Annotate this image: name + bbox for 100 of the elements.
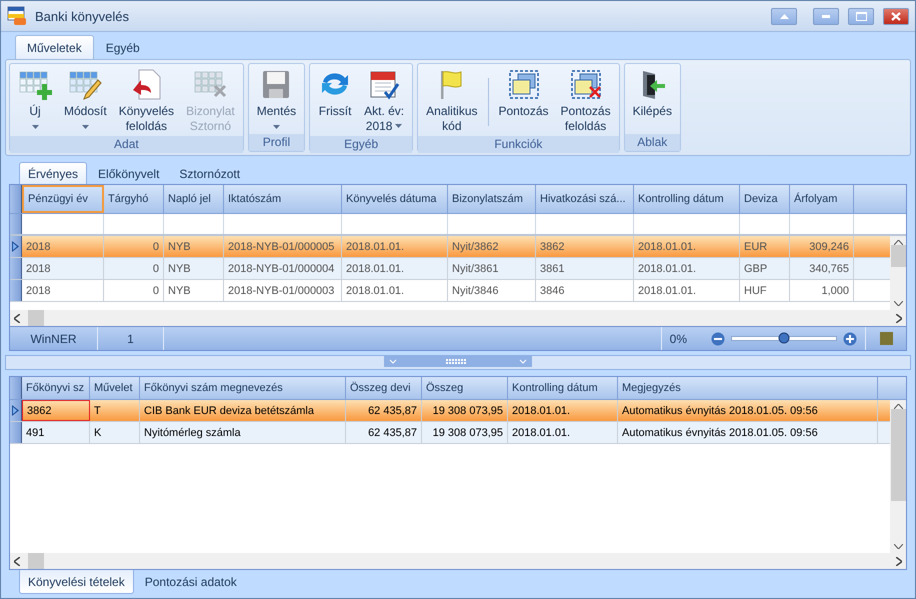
- maximize-button[interactable]: [848, 8, 874, 24]
- scroll-down-icon[interactable]: [894, 301, 902, 306]
- ribbon-button[interactable]: Pontozás: [492, 66, 555, 121]
- column-header[interactable]: Kontrolling dátum: [508, 377, 618, 399]
- row-header[interactable]: [10, 280, 22, 301]
- vertical-scrollbar[interactable]: [890, 236, 906, 310]
- table-cell: K: [90, 422, 140, 443]
- column-header[interactable]: Pénzügyi év: [22, 185, 104, 213]
- column-header[interactable]: Összeg devi: [346, 377, 422, 399]
- window-title: Banki könyvelés: [35, 8, 129, 24]
- column-header[interactable]: Kontrolling dátum: [634, 185, 740, 213]
- ribbon-button[interactable]: Mentés: [250, 66, 302, 131]
- table-cell: 3861: [536, 258, 634, 279]
- caret-icon: [82, 125, 89, 129]
- scroll-up-icon[interactable]: [894, 240, 902, 245]
- table-cell: 2018: [22, 258, 104, 279]
- horizontal-scrollbar[interactable]: [10, 310, 906, 326]
- row-pointer-icon: [12, 405, 19, 416]
- ribbon-button[interactable]: Frissít: [312, 66, 358, 121]
- scroll-thumb[interactable]: [890, 245, 906, 267]
- table-cell: 2018.01.01.: [634, 258, 740, 279]
- table-cell: 3846: [536, 280, 634, 301]
- close-button[interactable]: [883, 8, 909, 24]
- table-cell: 19 308 073,95: [422, 400, 508, 421]
- splitter[interactable]: [5, 355, 911, 370]
- view-tab[interactable]: Előkönyvelt: [89, 162, 168, 184]
- column-header[interactable]: Napló jel: [164, 185, 224, 213]
- table-row[interactable]: 3862 T CIB Bank EUR deviza betétszámla 62 435,87 19 308 073,95 2018.01.01. Automatikus évnyitás 2018.01.05. 09:56: [10, 400, 890, 422]
- scroll-left-icon[interactable]: [14, 314, 20, 322]
- scroll-right-icon[interactable]: [896, 556, 902, 566]
- caret-up-icon: [780, 14, 788, 18]
- column-header[interactable]: Könyvelés dátuma: [342, 185, 448, 213]
- view-tab[interactable]: Sztornózott: [170, 162, 250, 184]
- column-header[interactable]: Deviza: [740, 185, 790, 213]
- scroll-thumb[interactable]: [28, 553, 44, 569]
- group-label: Profil: [248, 134, 304, 151]
- column-header[interactable]: Összeg: [422, 377, 508, 399]
- ribbon-button[interactable]: Módosít: [58, 66, 113, 131]
- status-source: WinNER: [10, 327, 98, 350]
- column-header[interactable]: Hivatkozási szá...: [536, 185, 634, 213]
- detail-tab[interactable]: Pontozási adatok: [136, 570, 246, 594]
- scroll-thumb[interactable]: [28, 310, 44, 326]
- group-label: Egyéb: [310, 136, 412, 153]
- column-header[interactable]: Művelet: [90, 377, 140, 399]
- table-cell: Nyit/3861: [448, 258, 536, 279]
- zoom-percent: 0%: [670, 332, 687, 346]
- view-tab[interactable]: Érvényes: [19, 162, 88, 184]
- column-header[interactable]: Főkönyvi szám megnevezés: [140, 377, 346, 399]
- slider-thumb[interactable]: [778, 332, 790, 344]
- scroll-down-icon[interactable]: [894, 544, 902, 549]
- table-cell: CIB Bank EUR deviza betétszámla: [140, 400, 346, 421]
- table-cell: Nyitómérleg számla: [140, 422, 346, 443]
- zoom-in-icon[interactable]: [843, 332, 857, 346]
- column-header[interactable]: Iktatószám: [224, 185, 342, 213]
- row-header[interactable]: [10, 236, 22, 257]
- vertical-scrollbar[interactable]: [890, 400, 906, 553]
- column-header[interactable]: Főkönyvi sz: [22, 377, 90, 399]
- ribbon-button[interactable]: Kilépés: [626, 66, 678, 121]
- caret-icon: [32, 125, 38, 129]
- zoom-out-icon[interactable]: [711, 332, 725, 346]
- table-row[interactable]: 2018 0 NYB 2018-NYB-01/000003 2018.01.01. Nyit/3846 3846 2018.01.01. HUF 1,000: [10, 280, 890, 302]
- ribbon-button[interactable]: Könyvelés feloldás: [112, 66, 180, 136]
- ribbon-button[interactable]: Új: [12, 66, 58, 131]
- table-cell: EUR: [740, 236, 790, 257]
- row-header[interactable]: [10, 422, 22, 443]
- column-header[interactable]: Tárgyhó: [104, 185, 164, 213]
- app-logo-icon: [7, 6, 27, 26]
- table-cell: HUF: [740, 280, 790, 301]
- table-cell: Nyit/3862: [448, 236, 536, 257]
- row-header[interactable]: [10, 258, 22, 279]
- row-header[interactable]: [10, 400, 22, 421]
- scroll-left-icon[interactable]: [14, 556, 20, 566]
- ribbon-tab[interactable]: Egyéb: [94, 35, 152, 59]
- square-icon[interactable]: [880, 332, 892, 345]
- table-cell: 0: [104, 236, 164, 257]
- table-cell: 2018.01.01.: [634, 280, 740, 301]
- table-cell: 491: [22, 422, 90, 443]
- horizontal-scrollbar[interactable]: [10, 553, 906, 569]
- table-row[interactable]: 2018 0 NYB 2018-NYB-01/000004 2018.01.01. Nyit/3861 3861 2018.01.01. GBP 340,765: [10, 258, 890, 280]
- minimize-button[interactable]: [813, 8, 839, 24]
- column-header[interactable]: Bizonylatszám: [448, 185, 536, 213]
- ribbon-button[interactable]: Pontozás feloldás: [554, 66, 617, 136]
- scroll-right-icon[interactable]: [896, 314, 902, 322]
- column-header[interactable]: Árfolyam: [790, 185, 854, 213]
- ribbon-button[interactable]: Akt. év: 2018: [358, 66, 410, 136]
- ribbon-tab[interactable]: Műveletek: [15, 35, 94, 59]
- row-header: [10, 185, 22, 213]
- column-header[interactable]: Megjegyzés: [618, 377, 878, 399]
- table-row[interactable]: 2018 0 NYB 2018-NYB-01/000005 2018.01.01. Nyit/3862 3862 2018.01.01. EUR 309,246: [10, 236, 890, 258]
- ribbon-collapse-button[interactable]: [771, 8, 797, 24]
- scroll-up-icon[interactable]: [894, 404, 902, 409]
- table-row[interactable]: 491 K Nyitómérleg számla 62 435,87 19 308 073,95 2018.01.01. Automatikus évnyitás 2018.01.05. 09:56: [10, 422, 890, 444]
- ribbon-button[interactable]: Analitikus kód: [420, 66, 484, 136]
- windows-cross-icon: [568, 68, 603, 100]
- table-cell: 19 308 073,95: [422, 422, 508, 443]
- caret-icon: [272, 125, 280, 129]
- scroll-thumb[interactable]: [890, 409, 906, 501]
- table-cell: 309,246: [790, 236, 854, 257]
- detail-tab[interactable]: Könyvelési tételek: [19, 570, 134, 594]
- table-cell: 2018-NYB-01/000005: [224, 236, 342, 257]
